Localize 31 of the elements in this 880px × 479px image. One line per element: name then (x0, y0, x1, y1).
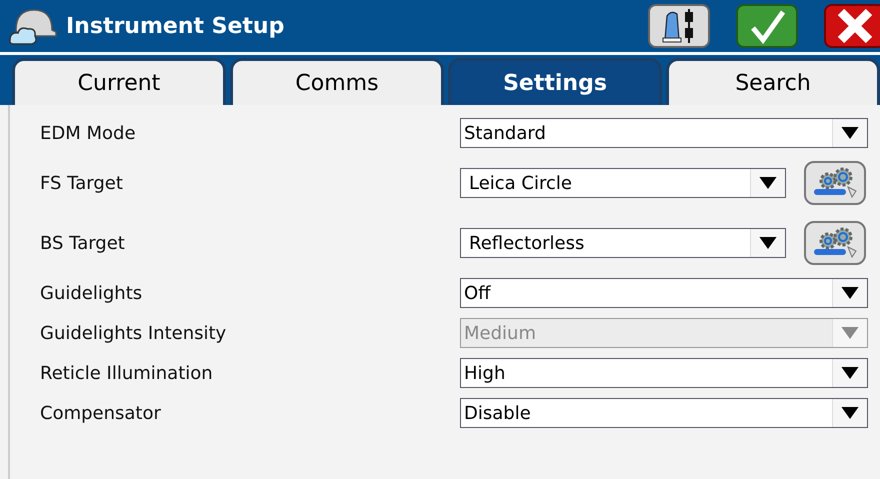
window-title: Instrument Setup (66, 14, 284, 38)
setting-label: Reticle Illumination (40, 362, 214, 384)
setting-label: Guidelights Intensity (40, 322, 228, 344)
setting-label: BS Target (40, 232, 126, 254)
dropdown-field[interactable]: Leica Circle (460, 168, 786, 198)
setting-label: FS Target (40, 172, 124, 194)
caret-icon (759, 237, 777, 249)
setting-label: Guidelights (40, 282, 144, 304)
target-settings-button[interactable] (804, 221, 866, 265)
setting-label: EDM Mode (40, 122, 137, 144)
dropdown-field[interactable]: Disable (460, 398, 868, 428)
tab[interactable]: Search (666, 58, 880, 105)
caret-icon (841, 407, 859, 419)
close-icon (835, 8, 875, 44)
target-settings-button[interactable] (804, 161, 866, 205)
dropdown-field[interactable]: Reflectorless (460, 228, 786, 258)
caret-icon (759, 177, 777, 189)
instrument-connect-button[interactable] (648, 4, 710, 48)
tab[interactable]: Current (12, 58, 226, 105)
caret-icon (841, 327, 859, 339)
dropdown-field[interactable]: High (460, 358, 868, 388)
caret-icon (841, 367, 859, 379)
caret-icon (841, 287, 859, 299)
confirm-button[interactable] (736, 4, 798, 48)
caret-icon (841, 127, 859, 139)
tab[interactable]: Comms (230, 58, 444, 105)
tab[interactable]: Settings (448, 58, 662, 105)
setting-label: Compensator (40, 402, 162, 424)
dropdown-field[interactable]: Standard (460, 118, 868, 148)
dropdown-field[interactable]: Off (460, 278, 868, 308)
close-button[interactable] (824, 4, 880, 48)
